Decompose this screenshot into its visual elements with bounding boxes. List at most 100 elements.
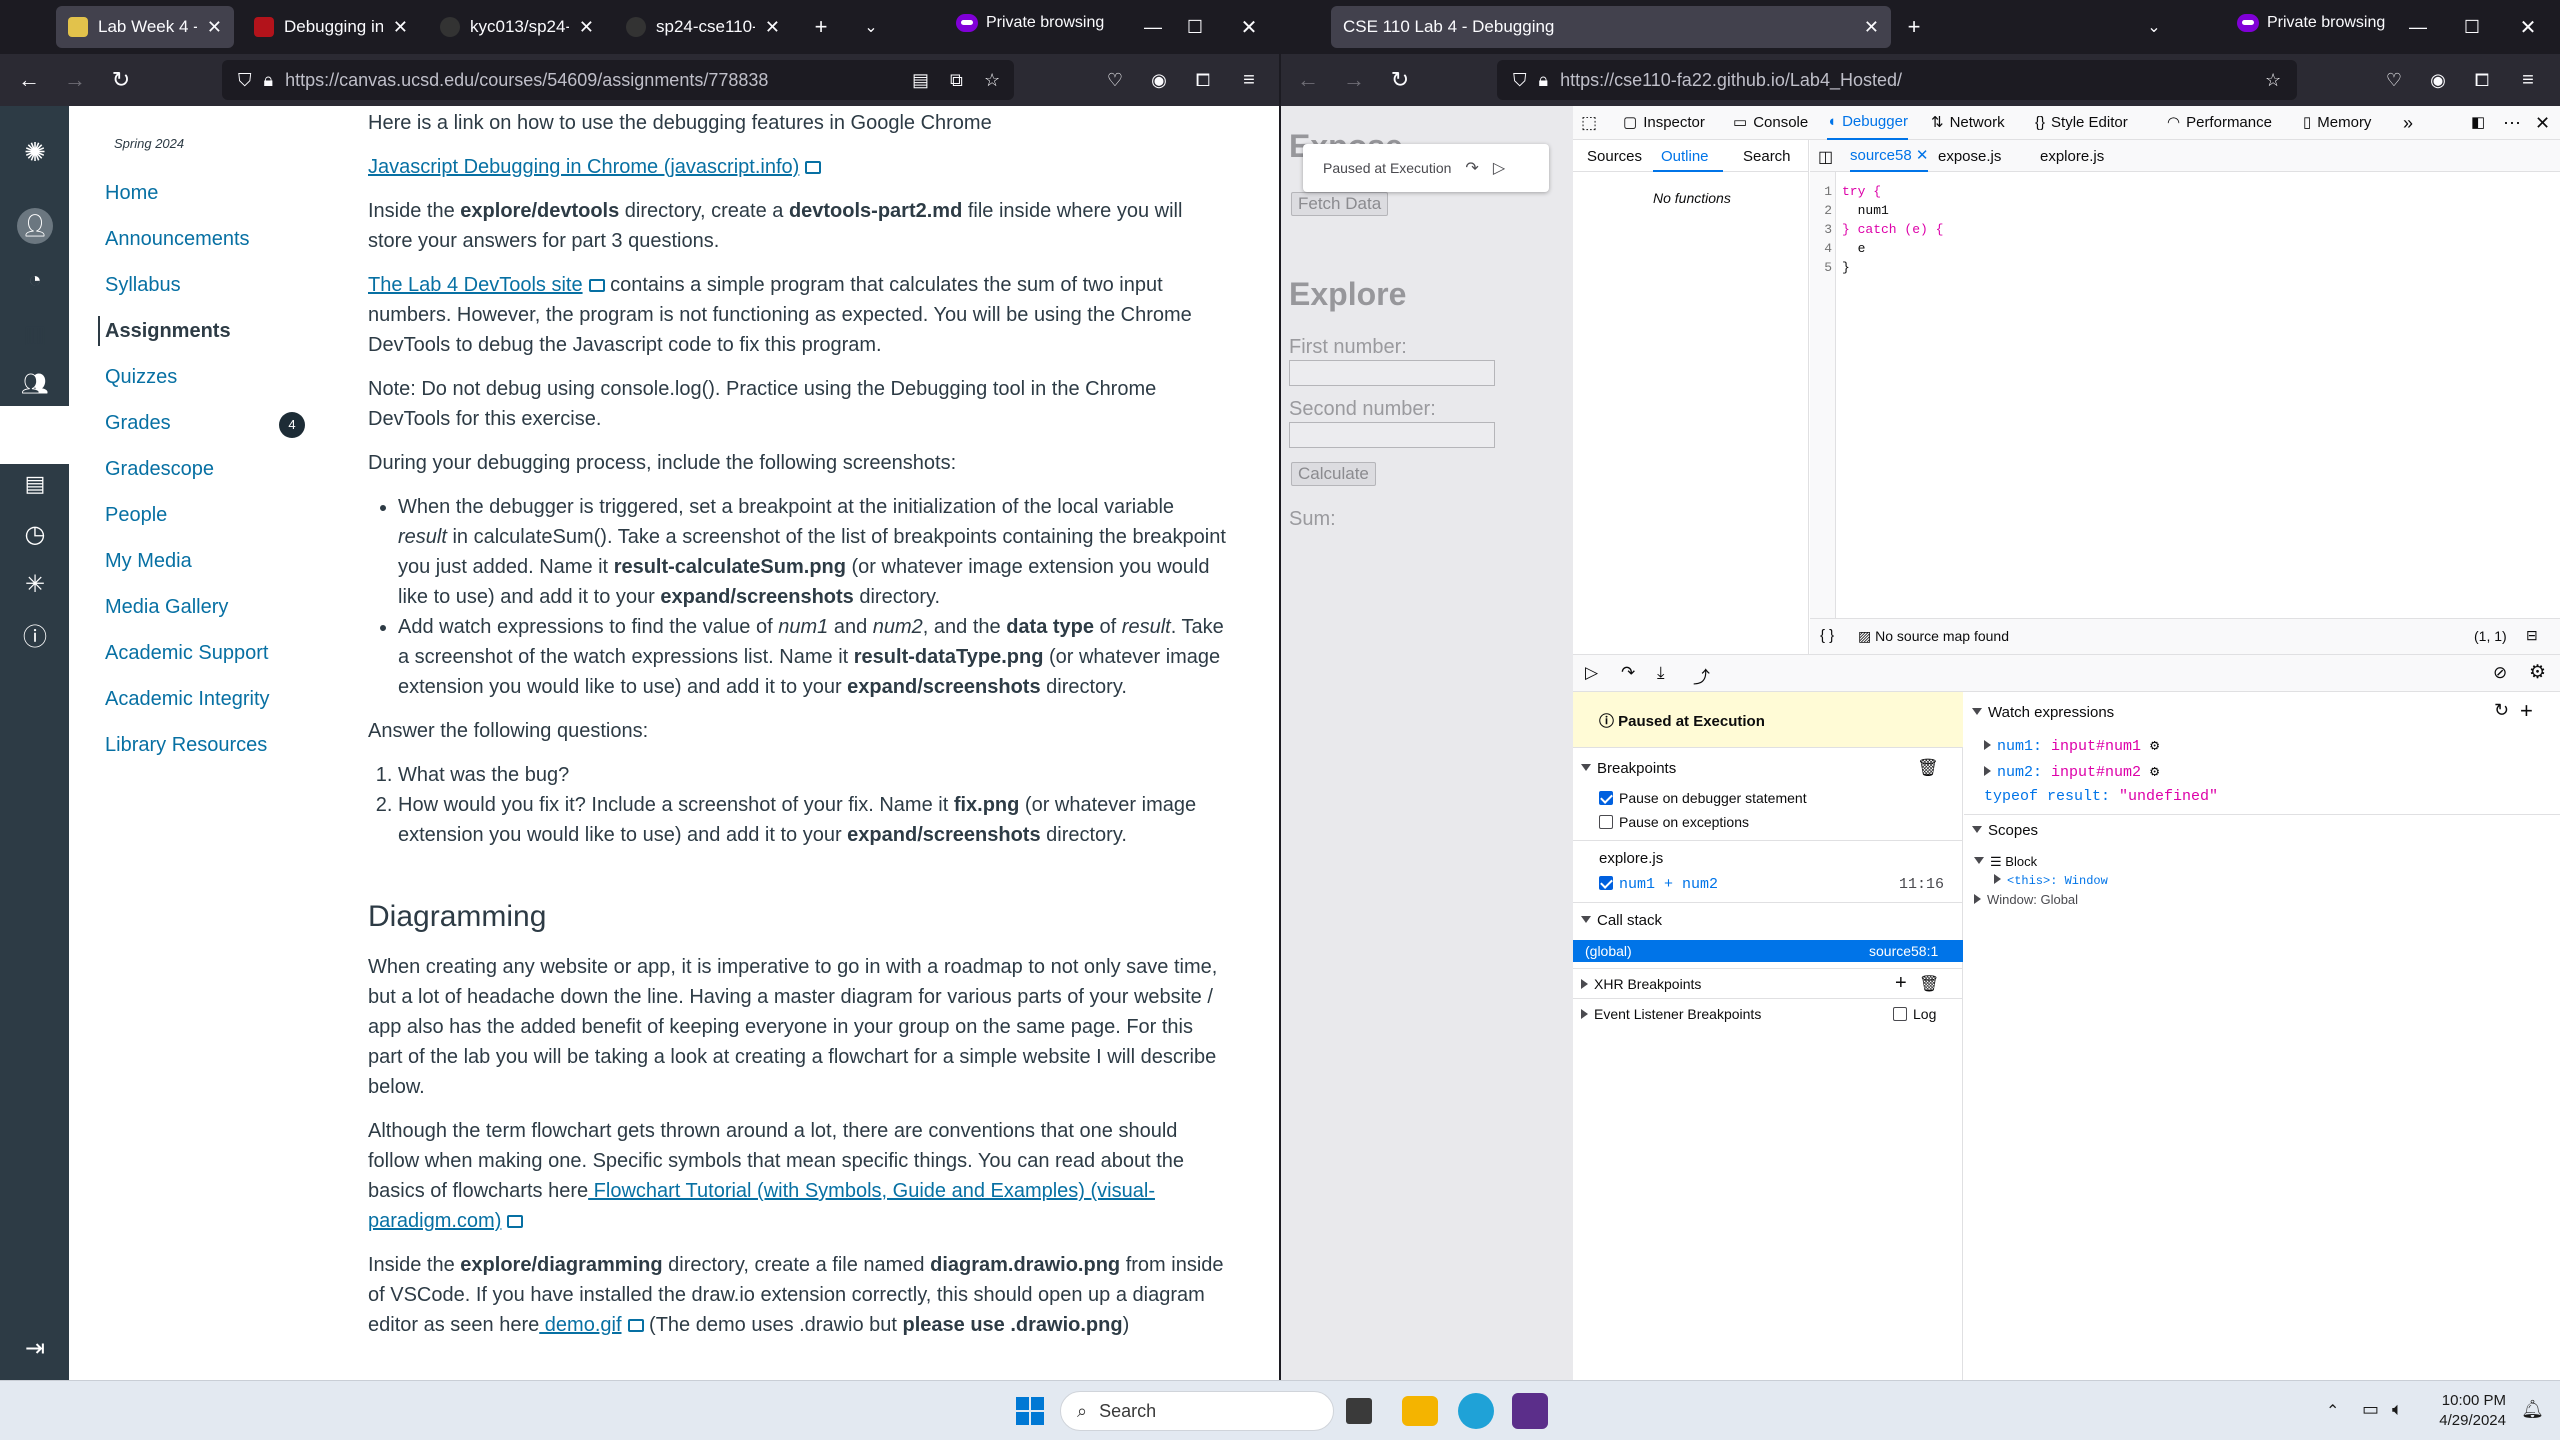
tab-sources[interactable]: Sources bbox=[1587, 148, 1642, 165]
groups-icon[interactable]: 👥︎ bbox=[17, 366, 53, 402]
code-line[interactable]: 3} catch (e) { bbox=[1810, 222, 2560, 241]
code-line[interactable]: 4 e bbox=[1810, 241, 2560, 260]
tab-list-chevron-icon[interactable]: ⌄ bbox=[2137, 10, 2171, 44]
close-file-icon[interactable]: ✕ bbox=[1916, 147, 1929, 164]
toggle-bottom-pane-icon[interactable]: ⊟ bbox=[2526, 627, 2538, 644]
call-stack-header[interactable]: Call stack bbox=[1581, 912, 1662, 929]
inspect-node-icon[interactable]: ⚙ bbox=[2150, 764, 2159, 781]
fetch-data-button[interactable]: Fetch Data bbox=[1291, 192, 1389, 216]
course-nav-gradescope[interactable]: Gradescope bbox=[105, 454, 214, 484]
file-explorer-icon[interactable] bbox=[1402, 1396, 1438, 1426]
close-window-button[interactable]: ✕ bbox=[1232, 10, 1266, 44]
course-nav-academic-support[interactable]: Academic Support bbox=[105, 638, 268, 668]
calendar-icon[interactable]: ▦ bbox=[17, 416, 53, 452]
system-clock[interactable]: 10:00 PM 4/29/2024 bbox=[2439, 1391, 2506, 1431]
log-checkbox[interactable]: Log bbox=[1893, 1006, 1936, 1022]
scopes-header[interactable]: Scopes bbox=[1972, 822, 2038, 839]
menu-icon[interactable]: ≡ bbox=[2511, 63, 2545, 97]
bookmark-star-icon[interactable]: ☆ bbox=[984, 70, 1000, 91]
course-nav-quizzes[interactable]: Quizzes bbox=[105, 362, 177, 392]
account-icon[interactable]: ◉ bbox=[1142, 63, 1176, 97]
more-tabs-icon[interactable]: » bbox=[2403, 106, 2413, 140]
tab-console[interactable]: ▭ Console bbox=[1733, 106, 1808, 140]
canvas-logo-icon[interactable]: ✺ bbox=[17, 134, 53, 170]
firefox-private-icon[interactable] bbox=[1512, 1393, 1548, 1429]
start-menu-icon[interactable] bbox=[1012, 1393, 1048, 1429]
watch-item-num2[interactable]: num2: input#num2 ⚙ bbox=[1984, 762, 2159, 781]
dock-side-icon[interactable]: ◧ bbox=[2471, 106, 2485, 140]
first-number-input[interactable] bbox=[1289, 360, 1495, 386]
minimize-button[interactable]: — bbox=[1136, 10, 1170, 44]
lab4-devtools-site-link[interactable]: The Lab 4 DevTools site bbox=[368, 274, 583, 296]
pause-exceptions-checkbox[interactable]: Pause on exceptions bbox=[1599, 814, 1749, 830]
new-tab-button[interactable]: + bbox=[1897, 10, 1931, 44]
tab-inspector[interactable]: ▢ Inspector bbox=[1623, 106, 1705, 140]
url-bar[interactable]: ⛉ 🔒︎ https://canvas.ucsd.edu/courses/546… bbox=[222, 60, 1014, 100]
tab-github-lab4[interactable]: sp24-cse110-lab4 ✕ bbox=[614, 6, 792, 48]
edge-browser-icon[interactable] bbox=[1458, 1393, 1494, 1429]
forward-button[interactable]: → bbox=[58, 63, 92, 97]
account-icon[interactable]: ◉ bbox=[2421, 63, 2455, 97]
notification-bell-icon[interactable]: 🔔︎ bbox=[2521, 1399, 2544, 1420]
tab-list-chevron-icon[interactable]: ⌄ bbox=[854, 10, 888, 44]
tab-outline[interactable]: Outline bbox=[1661, 148, 1709, 165]
course-nav-library-resources[interactable]: Library Resources bbox=[105, 730, 267, 760]
course-nav-syllabus[interactable]: Syllabus bbox=[105, 270, 181, 300]
tab-debugger[interactable]: ◖ Debugger bbox=[1827, 106, 1908, 140]
collapse-nav-icon[interactable]: ⇥ bbox=[17, 1330, 53, 1366]
tab-github-repo[interactable]: kyc013/sp24-cse1 ✕ bbox=[428, 6, 606, 48]
tab-network[interactable]: ⇅ Network bbox=[1931, 106, 2005, 140]
remove-xhr-breakpoints-icon[interactable]: 🗑︎ bbox=[1919, 974, 1939, 994]
history-icon[interactable]: ◷ bbox=[17, 516, 53, 552]
reload-button[interactable]: ↻ bbox=[1383, 63, 1417, 97]
resume-icon[interactable]: ▷ bbox=[1585, 663, 1598, 683]
course-nav-media-gallery[interactable]: Media Gallery bbox=[105, 592, 228, 622]
add-xhr-breakpoint-icon[interactable]: + bbox=[1895, 972, 1907, 995]
breakpoints-header[interactable]: Breakpoints bbox=[1581, 760, 1676, 777]
code-line[interactable]: 2 num1 bbox=[1810, 203, 2560, 222]
remove-all-breakpoints-icon[interactable]: 🗑︎ bbox=[1917, 758, 1939, 778]
close-tab-icon[interactable]: ✕ bbox=[579, 17, 594, 38]
tab-performance[interactable]: ◠ Performance bbox=[2167, 106, 2272, 140]
deactivate-breakpoints-icon[interactable]: ⊘ bbox=[2493, 663, 2507, 683]
file-tab-expose[interactable]: expose.js bbox=[1938, 148, 2001, 165]
course-nav-people[interactable]: People bbox=[105, 500, 167, 530]
tab-style-editor[interactable]: {} Style Editor bbox=[2035, 106, 2128, 140]
pocket-icon[interactable]: ♡ bbox=[1098, 63, 1132, 97]
menu-icon[interactable]: ≡ bbox=[1232, 63, 1266, 97]
watch-item-num1[interactable]: num1: input#num1 ⚙ bbox=[1984, 736, 2159, 755]
second-number-input[interactable] bbox=[1289, 422, 1495, 448]
step-over-icon[interactable]: ↷ bbox=[1621, 663, 1635, 683]
event-listener-breakpoints-header[interactable]: Event Listener Breakpoints bbox=[1581, 1006, 1761, 1022]
volume-icon[interactable]: 🔈︎ bbox=[2392, 1399, 2403, 1420]
scope-this[interactable]: <this>: Window bbox=[1994, 874, 2108, 888]
element-picker-icon[interactable]: ⬚ bbox=[1581, 106, 1597, 140]
commons-icon[interactable]: ✳ bbox=[17, 566, 53, 602]
code-line[interactable]: 1 try { bbox=[1810, 184, 2560, 203]
tab-search[interactable]: Search bbox=[1743, 148, 1791, 165]
back-button[interactable]: ← bbox=[12, 63, 46, 97]
step-over-icon[interactable]: ↷ bbox=[1465, 158, 1478, 178]
courses-icon[interactable]: ▥ bbox=[17, 316, 53, 352]
help-icon[interactable]: ⓘ bbox=[17, 616, 53, 652]
xhr-breakpoints-header[interactable]: XHR Breakpoints bbox=[1581, 976, 1701, 992]
code-line[interactable]: 5} bbox=[1810, 260, 2560, 279]
bookmark-star-icon[interactable]: ☆ bbox=[2265, 70, 2281, 91]
step-out-icon[interactable]: ⤴ bbox=[1693, 663, 1710, 688]
scope-block[interactable]: ☰ Block bbox=[1974, 854, 2037, 870]
close-tab-icon[interactable]: ✕ bbox=[207, 17, 222, 38]
extensions-icon[interactable]: ⧠ bbox=[2465, 63, 2499, 97]
course-nav-home[interactable]: Home bbox=[105, 178, 158, 208]
scope-window[interactable]: Window: Global bbox=[1974, 892, 2078, 907]
course-nav-grades[interactable]: Grades bbox=[105, 408, 171, 438]
minimize-button[interactable]: — bbox=[2401, 10, 2435, 44]
reader-view-icon[interactable]: ▤ bbox=[912, 70, 929, 91]
taskbar-search[interactable]: ⌕ Search bbox=[1060, 1391, 1334, 1431]
forward-button[interactable]: → bbox=[1337, 63, 1371, 97]
tab-lab-week-4[interactable]: Lab Week 4 - JS | ✕ bbox=[56, 6, 234, 48]
devtools-options-icon[interactable]: ⋯ bbox=[2503, 106, 2521, 140]
tab-memory[interactable]: ▯ Memory bbox=[2303, 106, 2371, 140]
reload-button[interactable]: ↻ bbox=[104, 63, 138, 97]
file-tab-source58[interactable]: source58 ✕ bbox=[1850, 140, 1929, 172]
inspect-node-icon[interactable]: ⚙ bbox=[2150, 738, 2159, 755]
